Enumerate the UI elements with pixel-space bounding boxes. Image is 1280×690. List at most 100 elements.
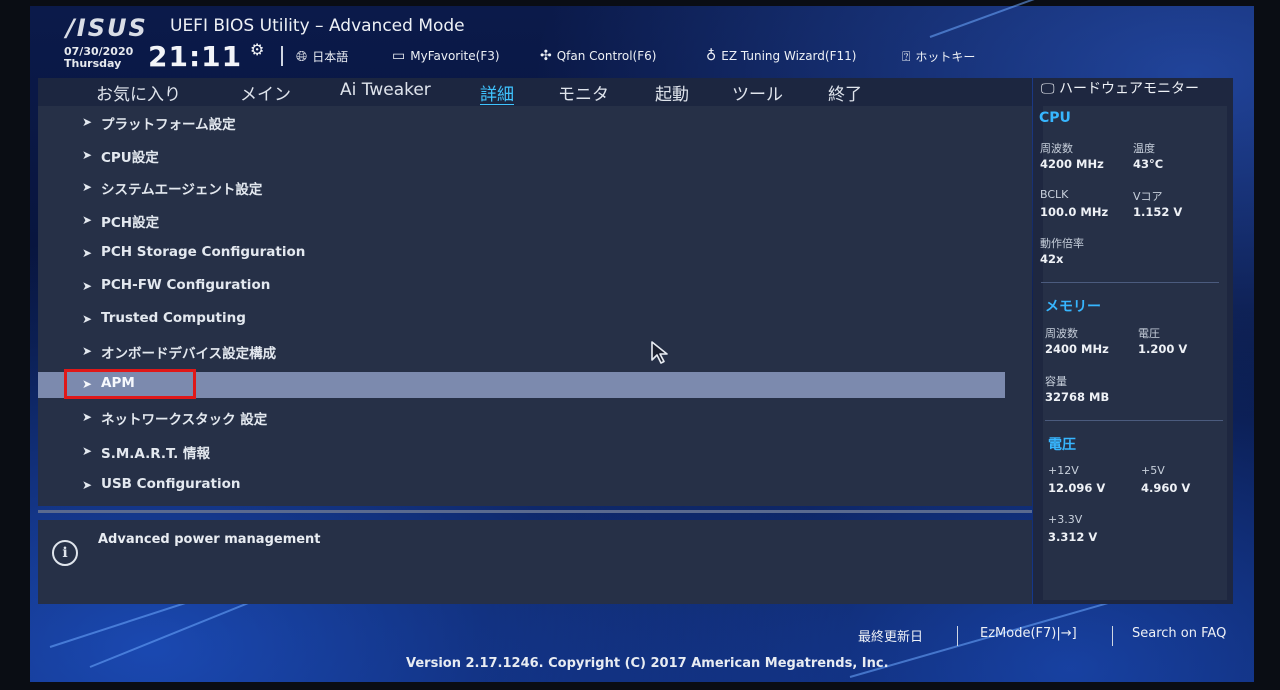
menu-item-label: システムエージェント設定: [101, 182, 263, 198]
fan-icon: ✣: [540, 48, 552, 64]
vcore-label: Vコア: [1133, 190, 1163, 203]
menu-item-pch[interactable]: ➤ PCH設定: [38, 208, 1032, 234]
menu-item-network-stack[interactable]: ➤ ネットワークスタック 設定: [38, 405, 1032, 431]
monitor-icon: 🖵︎: [1041, 81, 1055, 97]
chevron-right-icon: ➤: [82, 148, 93, 162]
cpu-freq-value: 4200 MHz: [1040, 157, 1104, 171]
vcore-value: 1.152 V: [1133, 205, 1183, 219]
menu-item-cpu[interactable]: ➤ CPU設定: [38, 143, 1032, 169]
bclk-value: 100.0 MHz: [1040, 205, 1109, 219]
last-modified-button[interactable]: 最終更新日: [858, 626, 923, 645]
search-faq-button[interactable]: Search on FAQ: [1132, 626, 1226, 641]
menu-item-smart-info[interactable]: ➤ S.M.A.R.T. 情報: [38, 439, 1032, 465]
v33-value: 3.312 V: [1048, 530, 1098, 544]
tab-monitor[interactable]: モニタ: [558, 80, 609, 105]
v5-label: +5V: [1141, 464, 1165, 477]
hotkeys-label: ホットキー: [915, 50, 976, 64]
menu-item-system-agent[interactable]: ➤ システムエージェント設定: [38, 175, 1032, 201]
menu-item-platform[interactable]: ➤ プラットフォーム設定: [38, 110, 1032, 136]
mem-cap-label: 容量: [1045, 375, 1067, 388]
header-separator: [281, 46, 283, 66]
qfan-label: Qfan Control(F6): [556, 49, 657, 63]
language-label: 日本語: [312, 50, 349, 64]
chevron-right-icon: ➤: [82, 478, 93, 492]
mouse-cursor-icon: [651, 341, 668, 364]
v5-value: 4.960 V: [1141, 481, 1191, 495]
ezmode-button[interactable]: EzMode(F7)|→]: [980, 626, 1077, 641]
menu-item-label: S.M.A.R.T. 情報: [101, 446, 211, 462]
chevron-right-icon: ➤: [82, 344, 93, 358]
info-icon: i: [52, 540, 78, 566]
menu-item-label: CPU設定: [101, 150, 159, 166]
hw-section-memory: メモリー: [1045, 299, 1101, 315]
tab-tool[interactable]: ツール: [732, 80, 783, 105]
cpu-temp-value: 43°C: [1133, 157, 1164, 171]
menu-item-trusted-computing[interactable]: ➤ Trusted Computing: [38, 307, 1032, 333]
mem-freq-label: 周波数: [1045, 327, 1078, 340]
bulb-icon: ♁: [706, 48, 717, 64]
hw-section-cpu: CPU: [1039, 110, 1071, 126]
hotkeys-button[interactable]: ⍰ ホットキー: [902, 48, 975, 65]
cpu-freq-label: 周波数: [1040, 142, 1073, 155]
v33-label: +3.3V: [1048, 513, 1083, 526]
qfan-control-button[interactable]: ✣ Qfan Control(F6): [540, 48, 656, 64]
chevron-right-icon: ➤: [82, 180, 93, 194]
app-title: UEFI BIOS Utility – Advanced Mode: [170, 16, 465, 36]
help-icon: ⍰: [902, 48, 911, 65]
mem-cap-value: 32768 MB: [1045, 390, 1110, 404]
menu-item-label: USB Configuration: [101, 476, 241, 492]
hardware-monitor-panel: 🖵︎ ハードウェアモニター CPU 周波数 4200 MHz 温度 43°C B…: [1033, 78, 1233, 604]
tab-ai-tweaker[interactable]: Ai Tweaker: [340, 80, 431, 100]
mem-volt-label: 電圧: [1138, 327, 1160, 340]
clock-settings-gear-icon[interactable]: ⚙: [250, 40, 264, 59]
v12-value: 12.096 V: [1048, 481, 1106, 495]
tab-boot[interactable]: 起動: [655, 80, 689, 105]
decor-streak: [929, 0, 1175, 38]
chevron-right-icon: ➤: [82, 312, 93, 326]
menu-item-apm[interactable]: ➤ APM: [38, 369, 1005, 399]
v12-label: +12V: [1048, 464, 1079, 477]
globe-icon: 🌐︎: [296, 48, 308, 65]
language-button[interactable]: 🌐︎ 日本語: [296, 48, 348, 65]
ez-tuning-wizard-button[interactable]: ♁ EZ Tuning Wizard(F11): [706, 48, 856, 64]
tab-exit[interactable]: 終了: [828, 80, 862, 105]
menu-item-onboard-devices[interactable]: ➤ オンボードデバイス設定構成: [38, 339, 1032, 365]
chevron-right-icon: ➤: [82, 279, 93, 293]
menu-item-usb-configuration[interactable]: ➤ USB Configuration: [38, 473, 1032, 499]
menu-item-label: PCH Storage Configuration: [101, 244, 306, 260]
main-tabs: お気に入り メイン Ai Tweaker 詳細 モニタ 起動 ツール 終了: [38, 78, 1032, 106]
mem-freq-value: 2400 MHz: [1045, 342, 1109, 356]
advanced-menu-list: ➤ プラットフォーム設定 ➤ CPU設定 ➤ システムエージェント設定 ➤ PC…: [38, 106, 1032, 506]
hw-monitor-body: CPU 周波数 4200 MHz 温度 43°C BCLK 100.0 MHz …: [1039, 106, 1227, 600]
footer-separator: [1112, 626, 1113, 646]
menu-item-pch-fw[interactable]: ➤ PCH-FW Configuration: [38, 274, 1032, 300]
menu-item-label: オンボードデバイス設定構成: [101, 346, 277, 362]
help-description: Advanced power management: [98, 532, 321, 547]
chevron-right-icon: ➤: [82, 246, 93, 260]
tab-favorites[interactable]: お気に入り: [96, 80, 181, 105]
clock[interactable]: 21:11: [148, 40, 242, 73]
asus-logo: /ISUS: [66, 14, 148, 42]
tab-advanced[interactable]: 詳細: [480, 80, 514, 105]
cpu-temp-label: 温度: [1133, 142, 1155, 155]
highlight-box: [64, 369, 196, 399]
version-info: Version 2.17.1246. Copyright (C) 2017 Am…: [406, 656, 889, 671]
mem-volt-value: 1.200 V: [1138, 342, 1188, 356]
hw-divider: [1045, 420, 1223, 421]
chevron-right-icon: ➤: [82, 410, 93, 424]
hw-monitor-title: 🖵︎ ハードウェアモニター: [1041, 82, 1226, 97]
menu-item-label: ネットワークスタック 設定: [101, 412, 268, 428]
menu-item-pch-storage[interactable]: ➤ PCH Storage Configuration: [38, 241, 1032, 267]
bclk-label: BCLK: [1040, 188, 1069, 201]
myfavorite-label: MyFavorite(F3): [410, 49, 500, 63]
ez-tuning-label: EZ Tuning Wizard(F11): [721, 49, 857, 63]
myfavorite-button[interactable]: ▭ MyFavorite(F3): [392, 48, 500, 64]
menu-item-label: Trusted Computing: [101, 310, 246, 326]
hw-monitor-title-text: ハードウェアモニター: [1058, 81, 1199, 97]
hw-divider: [1041, 282, 1219, 283]
chevron-right-icon: ➤: [82, 115, 93, 129]
menu-item-label: PCH設定: [101, 215, 160, 231]
tab-main[interactable]: メイン: [240, 80, 291, 105]
weekday-text: Thursday: [64, 57, 122, 70]
menu-item-label: PCH-FW Configuration: [101, 277, 271, 293]
